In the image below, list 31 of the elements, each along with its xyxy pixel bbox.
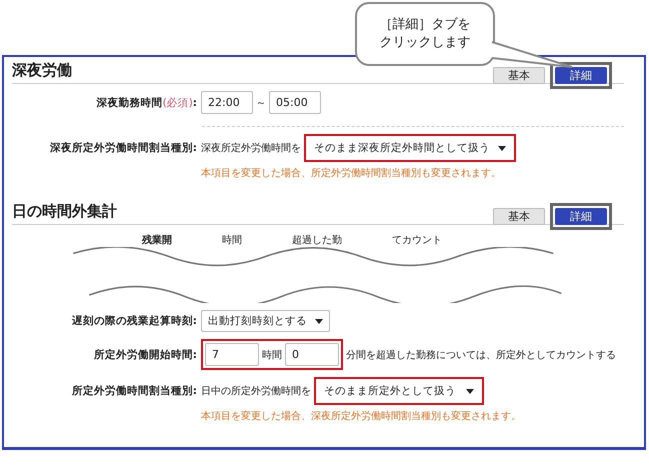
section-title: 日の時間外集計 [12, 202, 117, 221]
field-label: 所定外労働時間割当種別: [70, 384, 198, 398]
caret-icon [498, 146, 506, 150]
caret-icon [466, 388, 474, 394]
callout-text: ［詳細］タブを クリックします [380, 16, 470, 52]
warning-note: 本項目を変更した場合、所定外労働時間割当種別も変更されます。 [201, 168, 501, 179]
dropdown[interactable]: 出動打刻時刻とする [201, 310, 330, 332]
tab[interactable]: 詳細 [555, 67, 607, 84]
field-label: 深夜所定外労働時間割当種別: [48, 141, 198, 155]
field-label: 遅刻の際の残業起算時刻: [70, 314, 198, 328]
input-field[interactable]: 22:00 [201, 91, 253, 114]
tab[interactable]: 基本 [493, 208, 545, 225]
tab[interactable]: 詳細 [555, 208, 607, 225]
field-label: 深夜勤務時間(必須): [96, 96, 198, 110]
field-label: 残業開 [142, 234, 172, 247]
field-text: 日中の所定外労働時間を [201, 384, 311, 398]
input-field[interactable]: 05:00 [269, 91, 321, 114]
field-text: てカウント [392, 234, 442, 247]
warning-note: 本項目を変更した場合、深夜所定外労働時間割当種別も変更されます。 [201, 411, 521, 422]
tab[interactable]: 基本 [493, 67, 545, 84]
field-text: 分間を超過した勤務については、所定外としてカウントする [346, 348, 616, 362]
field-text: 超過した勤 [292, 234, 342, 247]
unit-label: 時間 [222, 234, 242, 247]
field-label: 所定外労働開始時間: [92, 348, 198, 362]
caret-icon [315, 318, 323, 324]
unit-label: 時間 [262, 348, 282, 362]
section-title: 深夜労働 [12, 61, 72, 80]
range-separator: ～ [256, 96, 266, 110]
field-text: 深夜所定外労働時間を [201, 142, 301, 155]
input-field[interactable]: 0 [285, 343, 339, 366]
input-field[interactable]: 7 [205, 343, 259, 366]
